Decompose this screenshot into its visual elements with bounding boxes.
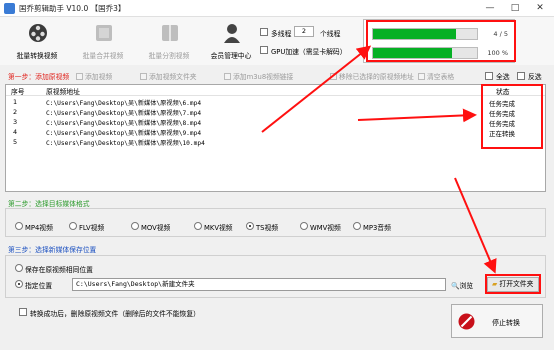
- select-all-checkbox[interactable]: [485, 72, 493, 80]
- minimize-button[interactable]: —: [481, 2, 499, 14]
- format-radio-mkv[interactable]: [194, 222, 202, 230]
- format-radio-flv[interactable]: [69, 222, 77, 230]
- row-path: C:\Users\Fang\Desktop\吴\新媒体\原视频\9.mp4: [46, 130, 202, 137]
- add-video-label: 添加视频: [85, 73, 113, 81]
- browse-label: 浏览: [459, 282, 474, 290]
- same-location-radio[interactable]: [15, 264, 23, 272]
- format-radio-wmv[interactable]: [300, 222, 308, 230]
- gpu-accel-checkbox[interactable]: [260, 46, 268, 54]
- table-row[interactable]: 3 C:\Users\Fang\Desktop\吴\新媒体\原视频\8.mp4 …: [6, 118, 545, 128]
- open-folder-highlight-box: [485, 274, 541, 294]
- custom-location-label: 指定位置: [25, 282, 53, 290]
- save-path-input[interactable]: C:\Users\Fang\Desktop\新建文件夹: [72, 278, 446, 291]
- row-path: C:\Users\Fang\Desktop\吴\新媒体\原视频\7.mp4: [46, 110, 202, 117]
- format-label-mkv: MKV视频: [204, 224, 233, 232]
- stop-convert-label: 停止转换: [492, 319, 520, 327]
- format-radio-mov[interactable]: [131, 222, 139, 230]
- format-label-wmv: WMV视频: [310, 224, 341, 232]
- format-label-ts: TS视频: [256, 224, 279, 232]
- remove-selected-label: 移除已选择的原视频地址: [339, 73, 414, 81]
- format-radio-mp4[interactable]: [15, 222, 23, 230]
- row-index: 5: [13, 138, 18, 146]
- close-button[interactable]: ✕: [531, 2, 549, 14]
- app-logo-icon: [4, 3, 15, 14]
- convert-film-icon: [29, 24, 47, 42]
- format-label-flv: FLV视频: [79, 224, 105, 232]
- multi-thread-checkbox[interactable]: [260, 28, 268, 36]
- toolbar-label: 批量分割视频: [148, 52, 190, 60]
- format-label-mov: MOV视频: [141, 224, 171, 232]
- table-header: 序号 原视频地址 状态: [6, 85, 545, 96]
- format-label-mp3: MP3音频: [363, 224, 391, 232]
- select-all-label: 全选: [496, 73, 510, 81]
- invert-checkbox[interactable]: [517, 72, 525, 80]
- row-index: 1: [13, 98, 18, 106]
- row-path: C:\Users\Fang\Desktop\吴\新媒体\原视频\6.mp4: [46, 100, 202, 107]
- row-index: 3: [13, 118, 18, 126]
- browse-button[interactable]: 🔍浏览: [451, 280, 473, 290]
- multi-thread-label: 多线程: [271, 30, 292, 38]
- member-user-icon: [224, 24, 240, 43]
- batch-convert-button[interactable]: 批量转换视频: [6, 20, 68, 64]
- add-m3u8-label: 添加m3u8视频链接: [233, 73, 294, 81]
- split-film-icon: [162, 25, 178, 41]
- add-m3u8-button[interactable]: 添加m3u8视频链接: [224, 71, 293, 81]
- table-row[interactable]: 4 C:\Users\Fang\Desktop\吴\新媒体\原视频\9.mp4 …: [6, 128, 545, 138]
- toolbar-label: 会员管理中心: [210, 52, 252, 60]
- delete-original-checkbox[interactable]: [19, 308, 27, 316]
- step1-title: 第一步：添加原视频: [8, 73, 70, 81]
- status-highlight-box: [481, 84, 543, 149]
- merge-film-icon: [96, 25, 112, 41]
- toolbar-label: 批量转换视频: [16, 52, 58, 60]
- title-bar: 国乔剪辑助手 V10.0 【国乔3】 — □ ✕: [0, 0, 554, 17]
- row-path: C:\Users\Fang\Desktop\吴\新媒体\原视频\8.mp4: [46, 120, 202, 127]
- thread-unit-label: 个线程: [320, 30, 341, 38]
- delete-original-label: 转换成功后，删除原视频文件（删除后的文件不能恢复）: [30, 310, 200, 318]
- gpu-accel-label: GPU加速（需显卡解码）: [271, 48, 347, 56]
- add-folder-button[interactable]: 添加视频文件夹: [140, 71, 197, 81]
- batch-split-button[interactable]: 批量分割视频: [138, 20, 200, 64]
- format-radio-ts[interactable]: [246, 222, 254, 230]
- stop-icon: [458, 313, 475, 330]
- step3-title: 第三步：选择新媒体保存位置: [8, 246, 97, 254]
- row-index: 2: [13, 108, 18, 116]
- clear-table-label: 清空表格: [427, 73, 455, 81]
- same-location-label: 保存在原视频相同位置: [25, 266, 93, 274]
- video-table: 序号 原视频地址 状态 1 C:\Users\Fang\Desktop\吴\新媒…: [5, 84, 546, 192]
- save-location-group: [5, 255, 546, 298]
- progress-highlight-box: [366, 20, 516, 62]
- step2-title: 第二步：选择目标媒体格式: [8, 200, 90, 208]
- table-row[interactable]: 2 C:\Users\Fang\Desktop\吴\新媒体\原视频\7.mp4 …: [6, 108, 545, 118]
- invert-label: 反选: [528, 73, 542, 81]
- add-video-button[interactable]: 添加视频: [76, 71, 112, 81]
- app-window: 国乔剪辑助手 V10.0 【国乔3】 — □ ✕ 批量转换视频 批量合并视频 批…: [0, 0, 554, 350]
- format-radio-mp3[interactable]: [353, 222, 361, 230]
- toolbar-label: 批量合并视频: [82, 52, 124, 60]
- batch-merge-button[interactable]: 批量合并视频: [72, 20, 134, 64]
- col-index-header: 序号: [11, 88, 25, 96]
- col-path-header: 原视频地址: [46, 88, 80, 96]
- member-center-button[interactable]: 会员管理中心: [200, 20, 262, 64]
- table-row[interactable]: 1 C:\Users\Fang\Desktop\吴\新媒体\原视频\6.mp4 …: [6, 98, 545, 108]
- table-row[interactable]: 5 C:\Users\Fang\Desktop\吴\新媒体\原视频\10.mp4: [6, 138, 545, 148]
- row-path: C:\Users\Fang\Desktop\吴\新媒体\原视频\10.mp4: [46, 140, 205, 147]
- clear-table-button[interactable]: 清空表格: [418, 71, 454, 81]
- row-index: 4: [13, 128, 18, 136]
- remove-selected-button[interactable]: 移除已选择的原视频地址: [330, 71, 414, 81]
- add-folder-label: 添加视频文件夹: [149, 73, 197, 81]
- custom-location-radio[interactable]: [15, 280, 23, 288]
- window-title: 国乔剪辑助手 V10.0 【国乔3】: [19, 4, 126, 13]
- maximize-button[interactable]: □: [506, 2, 524, 14]
- format-label-mp4: MP4视频: [25, 224, 53, 232]
- thread-count-input[interactable]: 2: [294, 26, 314, 37]
- stop-convert-button[interactable]: 停止转换: [451, 304, 543, 338]
